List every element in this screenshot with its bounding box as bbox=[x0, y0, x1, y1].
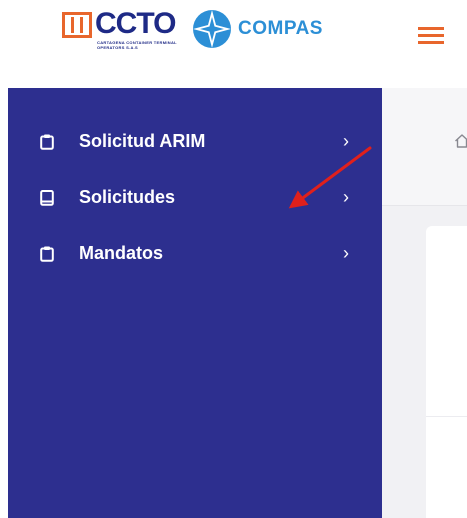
chevron-right-icon: › bbox=[343, 187, 349, 207]
top-header: CCTO CARTAGENA CONTAINER TERMINAL OPERAT… bbox=[0, 0, 467, 88]
compas-logo: COMPAS bbox=[192, 8, 337, 52]
sidebar-item-label: Solicitud ARIM bbox=[79, 131, 206, 151]
chevron-right-icon: › bbox=[343, 243, 349, 263]
divider bbox=[426, 416, 467, 417]
ccto-logo: CCTO CARTAGENA CONTAINER TERMINAL OPERAT… bbox=[62, 7, 182, 62]
sidebar-item-label: Solicitudes bbox=[79, 187, 176, 207]
home-icon[interactable] bbox=[454, 133, 467, 149]
ccto-mark-icon bbox=[62, 12, 92, 38]
sidebar-item-label: Mandatos bbox=[79, 243, 164, 263]
sidebar-item-solicitud-arim[interactable]: Solicitud ARIM › bbox=[8, 121, 382, 161]
sidebar-item-solicitudes[interactable]: Solicitudes › bbox=[8, 177, 382, 217]
ccto-logo-subtext: CARTAGENA CONTAINER TERMINAL OPERATORS S… bbox=[97, 40, 177, 50]
hamburger-menu-icon[interactable] bbox=[418, 27, 444, 47]
compas-mark-icon bbox=[193, 10, 231, 48]
compas-logo-text: COMPAS bbox=[238, 18, 323, 39]
sidebar-item-mandatos[interactable]: Mandatos › bbox=[8, 233, 382, 273]
book-icon bbox=[40, 190, 54, 206]
clipboard-icon bbox=[40, 246, 54, 262]
chevron-right-icon: › bbox=[343, 131, 349, 151]
clipboard-icon bbox=[40, 134, 54, 150]
sidebar: Solicitud ARIM › Solicitudes › Mandatos … bbox=[8, 88, 382, 518]
ccto-logo-text: CCTO bbox=[95, 7, 176, 40]
content-card bbox=[426, 226, 467, 518]
